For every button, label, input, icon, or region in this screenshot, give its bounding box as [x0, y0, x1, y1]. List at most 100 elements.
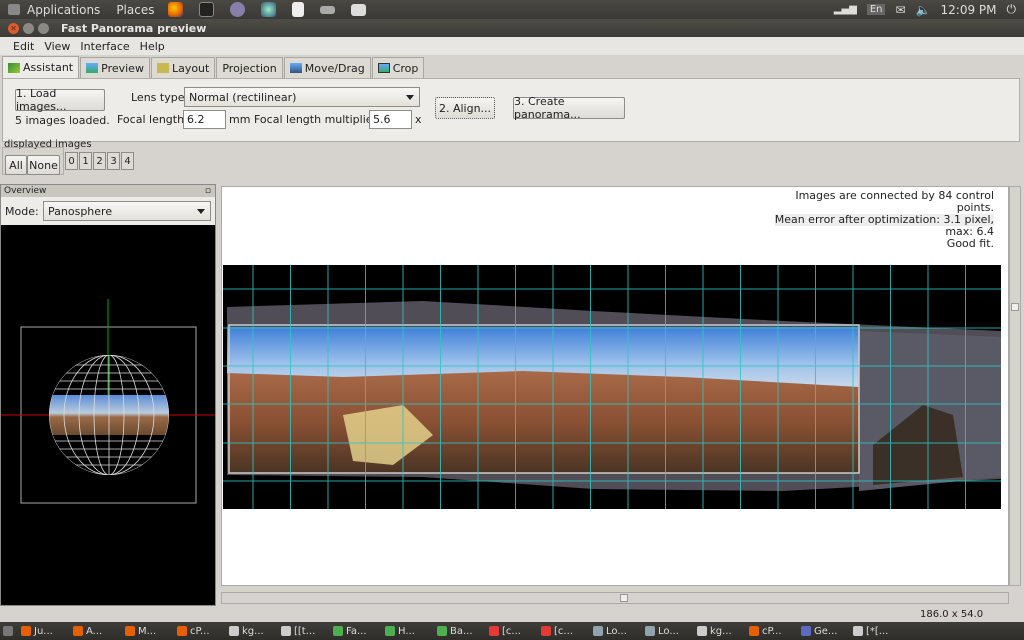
taskbar-item[interactable]: [c...: [486, 623, 536, 639]
taskbar-item-label: M...: [138, 625, 157, 637]
menu-edit[interactable]: Edit: [8, 40, 39, 53]
mail-icon[interactable]: ✉: [895, 3, 905, 17]
image-toggle-4[interactable]: 4: [121, 152, 134, 170]
taskbar-item[interactable]: Ba...: [434, 623, 484, 639]
create-panorama-button[interactable]: 3. Create panorama...: [513, 95, 625, 121]
taskbar-item[interactable]: cP...: [174, 623, 224, 639]
horizontal-scrollbar[interactable]: [221, 592, 1009, 604]
taskbar-app-icon: [749, 626, 759, 636]
window-title: Fast Panorama preview: [61, 21, 207, 35]
info-line: Good fit.: [946, 237, 994, 250]
taskbar-item[interactable]: [[t...: [278, 623, 328, 639]
language-indicator[interactable]: En: [866, 4, 886, 15]
taskbar-item[interactable]: kg...: [226, 623, 276, 639]
vertical-scroll-thumb[interactable]: [1011, 303, 1019, 311]
tab-layout[interactable]: Layout: [150, 57, 216, 78]
tab-assistant[interactable]: Assistant: [2, 56, 80, 78]
taskbar-item[interactable]: Lo...: [590, 623, 640, 639]
taskbar-app-icon: [437, 626, 447, 636]
taskbar-item-label: [*[...: [866, 625, 889, 637]
tab-assistant-label: Assistant: [23, 61, 74, 74]
terminal-icon[interactable]: [199, 2, 215, 17]
tab-preview[interactable]: Preview: [80, 57, 150, 78]
menu-view[interactable]: View: [39, 40, 75, 53]
signal-icon[interactable]: ▂▄▆: [834, 4, 857, 15]
window-titlebar: ✕ Fast Panorama preview: [0, 19, 1024, 37]
show-desktop-icon[interactable]: [0, 623, 16, 639]
taskbar-app-icon: [801, 626, 811, 636]
taskbar-item[interactable]: [c...: [538, 623, 588, 639]
image-toggle-0[interactable]: 0: [65, 152, 78, 170]
focal-length-field[interactable]: 6.2: [183, 110, 226, 129]
overview-header: Overview ▫: [1, 185, 215, 197]
tool-icon[interactable]: [320, 5, 336, 14]
taskbar-item[interactable]: Fa...: [330, 623, 380, 639]
taskbar-item-label: Ju...: [34, 625, 53, 637]
show-none-button[interactable]: None: [27, 155, 60, 175]
tab-move-drag[interactable]: Move/Drag: [283, 57, 371, 78]
multiplier-field[interactable]: 5.6: [369, 110, 412, 129]
places-menu[interactable]: Places: [112, 3, 158, 17]
taskbar-item[interactable]: A...: [70, 623, 120, 639]
crop-icon: [377, 63, 390, 73]
focal-length-label: Focal length:: [117, 113, 188, 126]
network-icon[interactable]: [261, 2, 277, 17]
taskbar-item-label: [c...: [502, 625, 521, 637]
load-images-button[interactable]: 1. Load images...: [15, 87, 105, 113]
lens-type-select[interactable]: Normal (rectilinear): [184, 87, 420, 107]
taskbar-item[interactable]: Ge...: [798, 623, 848, 639]
panosphere-view[interactable]: [1, 225, 215, 605]
menu-help[interactable]: Help: [135, 40, 170, 53]
image-toggle-1[interactable]: 1: [79, 152, 92, 170]
pin-icon[interactable]: ▫: [205, 185, 211, 197]
taskbar-item[interactable]: H...: [382, 623, 432, 639]
mode-value: Panosphere: [48, 204, 113, 218]
taskbar-item-label: Ba...: [450, 625, 473, 637]
taskbar-item[interactable]: kg...: [694, 623, 744, 639]
mode-select[interactable]: Panosphere: [43, 201, 211, 221]
tab-move-drag-label: Move/Drag: [304, 61, 365, 75]
tab-projection[interactable]: Projection: [216, 57, 283, 78]
image-toggle-3[interactable]: 3: [107, 152, 120, 170]
taskbar-item[interactable]: [*[...: [850, 623, 900, 639]
chevron-down-icon: [406, 95, 414, 100]
firefox-icon[interactable]: [168, 2, 184, 17]
close-icon[interactable]: ✕: [8, 22, 19, 34]
applications-icon: [8, 4, 20, 15]
assistant-panel: 1. Load images... 5 images loaded. Lens …: [2, 78, 1020, 142]
preview-icon: [86, 63, 99, 73]
image-toggle-2[interactable]: 2: [93, 152, 106, 170]
printer-icon[interactable]: [351, 3, 367, 16]
horizontal-scroll-thumb[interactable]: [620, 594, 628, 602]
minimize-icon[interactable]: [23, 22, 34, 34]
clock[interactable]: 12:09 PM: [941, 3, 997, 17]
menu-interface[interactable]: Interface: [75, 40, 134, 53]
fast-preview-canvas[interactable]: Images are connected by 84 control point…: [221, 186, 1009, 586]
taskbar-app-icon: [333, 626, 343, 636]
focal-length-unit: mm: [229, 113, 251, 126]
maximize-icon[interactable]: [38, 22, 49, 34]
mode-label: Mode:: [5, 205, 39, 218]
taskbar-item[interactable]: M...: [122, 623, 172, 639]
taskbar-app-icon: [21, 626, 31, 636]
align-button[interactable]: 2. Align...: [435, 97, 495, 119]
taskbar-item-label: Fa...: [346, 625, 367, 637]
taskbar-app-icon: [541, 626, 551, 636]
show-all-button[interactable]: All: [5, 155, 27, 175]
taskbar-item[interactable]: cP...: [746, 623, 796, 639]
taskbar-item-label: A...: [86, 625, 103, 637]
move-drag-icon: [289, 63, 302, 73]
power-icon[interactable]: ⏻: [1007, 2, 1017, 17]
tab-crop[interactable]: Crop: [371, 57, 425, 78]
taskbar-item-label: cP...: [762, 625, 782, 637]
menu-bar: Edit View Interface Help: [0, 37, 1024, 55]
taskbar-item[interactable]: Lo...: [642, 623, 692, 639]
taskbar-item[interactable]: Ju...: [18, 623, 68, 639]
gimp-icon[interactable]: [230, 2, 246, 17]
volume-icon[interactable]: 🔈: [916, 3, 931, 17]
document-icon[interactable]: [292, 2, 305, 17]
applications-menu[interactable]: Applications: [4, 3, 108, 17]
vertical-scrollbar[interactable]: [1009, 186, 1021, 586]
panorama-preview[interactable]: [223, 265, 1001, 509]
lens-type-value: Normal (rectilinear): [189, 90, 297, 104]
